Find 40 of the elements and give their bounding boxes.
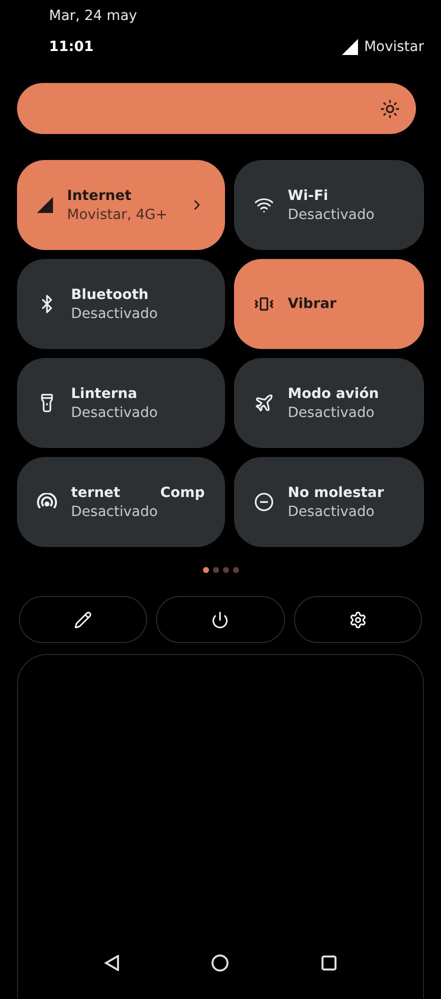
power-icon: [211, 610, 230, 628]
quick-setting-tile[interactable]: Vibrar: [234, 259, 424, 349]
tile-status: Desactivado: [288, 404, 376, 420]
quick-setting-tile[interactable]: Wi-Fi Desactivado: [234, 160, 424, 250]
tile-status: Desactivado: [288, 504, 376, 520]
settings-icon: [348, 610, 367, 628]
hotspot-icon: [37, 493, 57, 511]
quick-setting-tile[interactable]: Linterna Desactivado: [17, 358, 225, 448]
back-icon: [104, 955, 120, 971]
tile-title: ternet: [71, 484, 120, 500]
tile-title: Bluetooth: [71, 286, 149, 302]
tile-title: Vibrar: [288, 296, 336, 312]
tile-title: Modo avión: [288, 386, 379, 402]
tile-status: Desactivado: [288, 206, 376, 222]
quick-setting-tile[interactable]: Bluetooth Desactivado: [17, 259, 225, 349]
tile-status: Desactivado: [71, 306, 159, 322]
carrier-name: Movistar: [364, 39, 424, 55]
tile-status: Desactivado: [71, 504, 159, 520]
brightness-slider[interactable]: [17, 83, 416, 134]
tile-title: Wi-Fi: [288, 188, 328, 204]
signal-icon: [37, 197, 53, 213]
brightness-icon: [380, 98, 400, 118]
clock-time: 11:01: [49, 39, 94, 55]
tile-title: Linterna: [71, 386, 138, 402]
pencil-icon: [74, 610, 92, 628]
date-text: Mar, 24 may: [49, 8, 138, 24]
signal-icon: [342, 39, 358, 55]
tile-title: Comp: [160, 484, 205, 500]
quick-setting-tile[interactable]: Modo avión Desactivado: [234, 358, 424, 448]
quick-setting-tile[interactable]: Internet Movistar, 4G+: [17, 160, 225, 250]
airplane-icon: [254, 393, 274, 413]
tile-status: Desactivado: [71, 404, 159, 420]
tile-status: Movistar, 4G+: [67, 206, 168, 222]
quick-setting-tile[interactable]: ternet Comp Desactivado: [17, 457, 225, 547]
recents-icon: [321, 955, 338, 971]
tile-title: No molestar: [288, 484, 384, 500]
tile-title: Internet: [67, 188, 132, 204]
home-icon: [211, 954, 230, 972]
quick-setting-tile[interactable]: No molestar Desactivado: [234, 457, 424, 547]
do-not-disturb-icon: [254, 492, 274, 512]
